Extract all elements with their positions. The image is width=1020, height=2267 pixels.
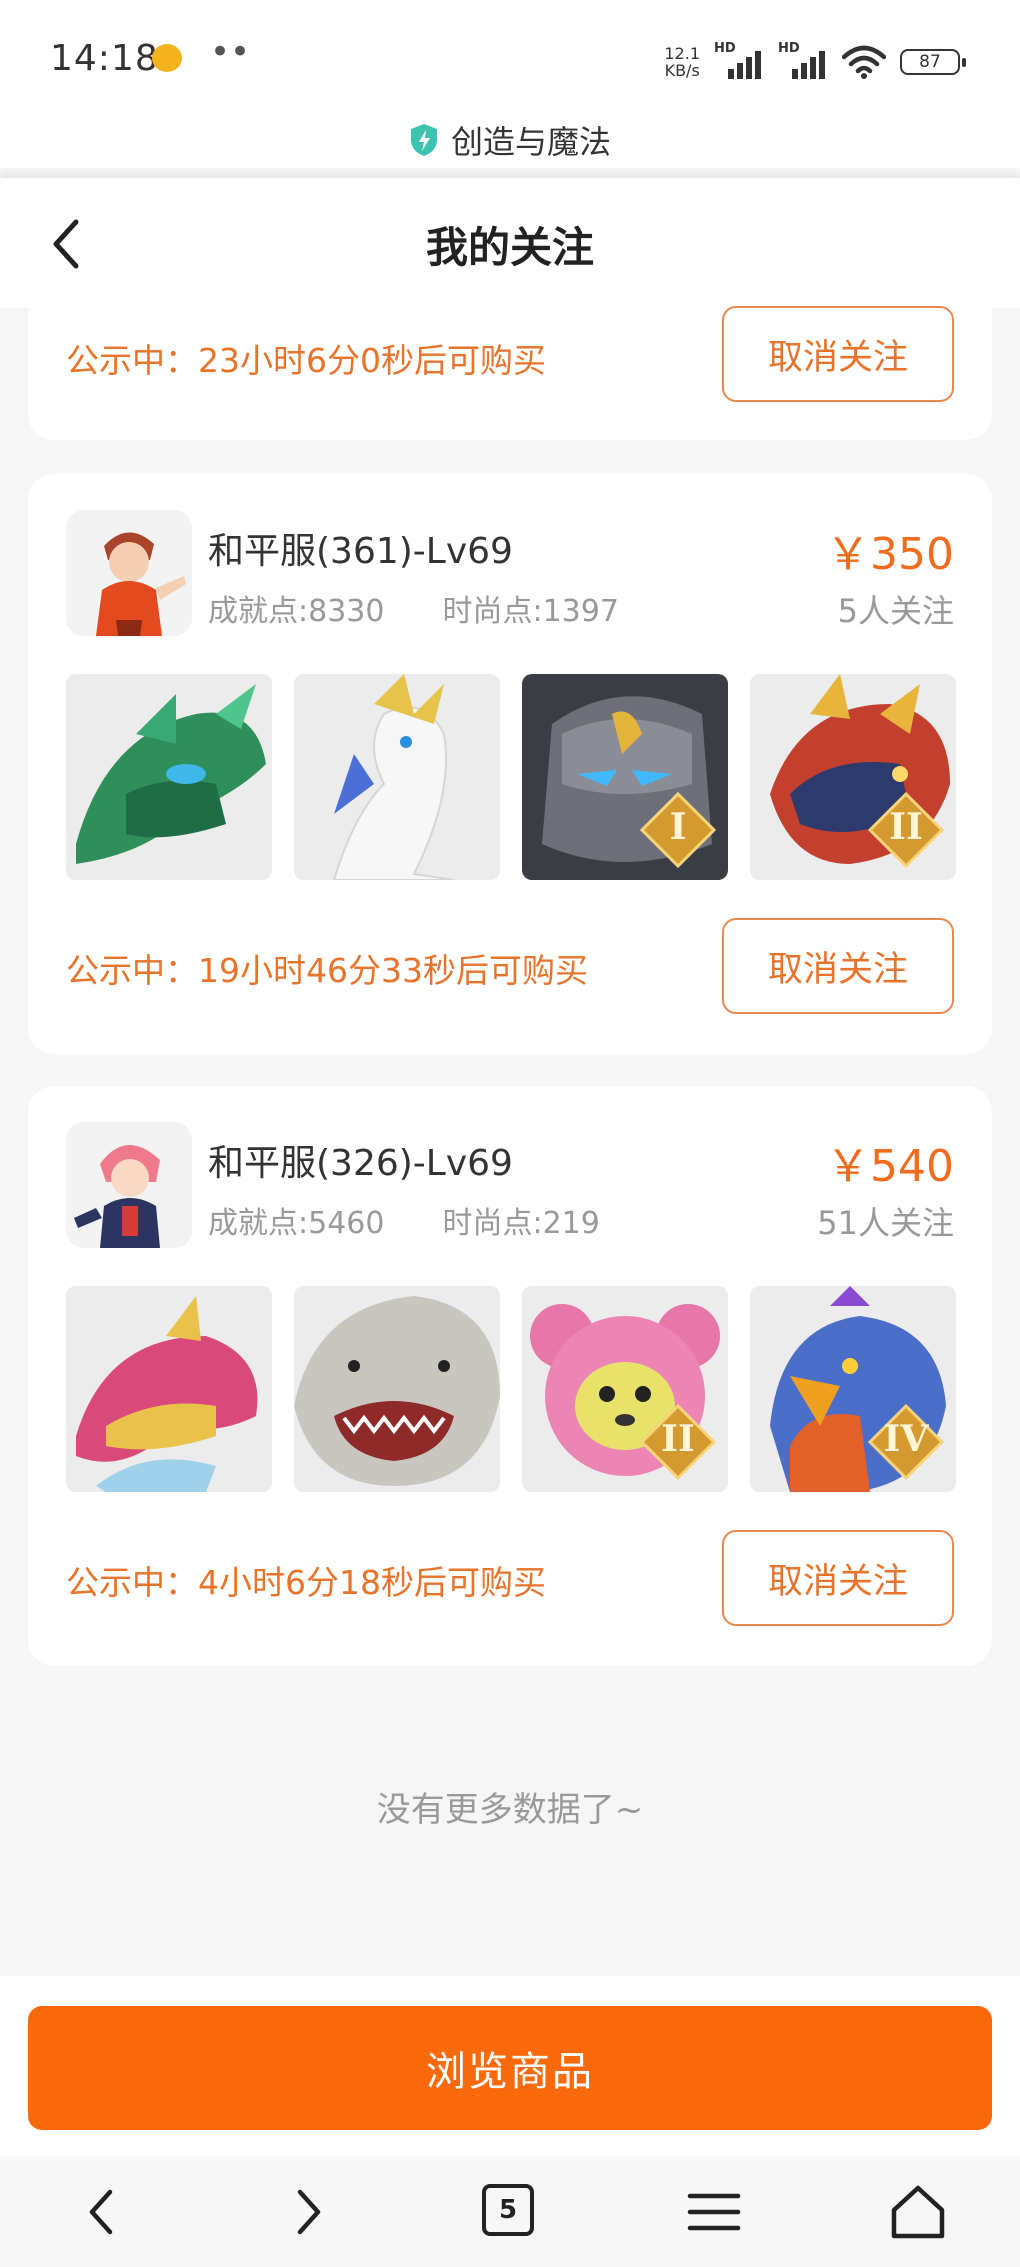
notification-emoji-icon	[152, 44, 182, 72]
tabs-icon[interactable]: 5	[482, 2184, 534, 2236]
cancel-follow-button[interactable]: 取消关注	[722, 918, 954, 1014]
status-bar: 14:18 •• 12.1 KB/s HD HD 87	[0, 0, 1020, 118]
network-speed: 12.1 KB/s	[664, 44, 700, 80]
stone-golem-icon[interactable]: I	[522, 674, 728, 880]
signal-icon: HD	[714, 41, 764, 79]
page-title: 我的关注	[425, 223, 594, 272]
follower-count: 5人关注	[837, 592, 954, 630]
fashion-points: 时尚点:219	[442, 1206, 600, 1241]
achievement-points: 成就点:8330	[208, 594, 385, 629]
public-countdown: 公示中：23小时6分0秒后可购买	[66, 341, 546, 380]
account-name: 和平服(326)-Lv69	[208, 1143, 513, 1184]
grade-badge: II	[868, 792, 944, 868]
public-countdown: 公示中：4小时6分18秒后可购买	[66, 1563, 546, 1602]
shield-bolt-icon	[410, 124, 437, 156]
phoenix-bird-icon[interactable]: IV	[750, 1286, 956, 1492]
listing-card[interactable]: 和平服(326)-Lv69 成就点:5460 时尚点:219 ￥540 51人关…	[28, 1086, 992, 1666]
green-dragon-icon[interactable]	[66, 674, 272, 880]
listing-card[interactable]: 公示中：23小时6分0秒后可购买 取消关注	[28, 300, 992, 440]
achievement-points: 成就点:5460	[208, 1206, 385, 1241]
signal-icon: HD	[778, 41, 828, 79]
price: ￥350	[826, 529, 954, 580]
browser-navbar: 5	[0, 2156, 1020, 2267]
listing-card[interactable]: 和平服(361)-Lv69 成就点:8330 时尚点:1397 ￥350 5人关…	[28, 474, 992, 1054]
grade-badge: IV	[868, 1404, 944, 1480]
cancel-follow-button[interactable]: 取消关注	[722, 1530, 954, 1626]
no-more-data-text: 没有更多数据了~	[376, 1790, 644, 1830]
fire-dragon-icon[interactable]: II	[750, 674, 956, 880]
grade-badge: I	[640, 792, 716, 868]
avatar	[66, 1122, 192, 1248]
more-notifications-icon: ••	[210, 32, 251, 72]
page-header: 我的关注	[0, 178, 1020, 308]
avatar	[66, 510, 192, 636]
menu-icon[interactable]	[684, 2182, 744, 2242]
status-time: 14:18	[50, 38, 159, 79]
site-title-bar: 创造与魔法	[0, 112, 1020, 168]
shark-icon[interactable]	[294, 1286, 500, 1492]
home-icon[interactable]	[888, 2182, 948, 2242]
back-arrow-icon[interactable]	[72, 2182, 132, 2242]
cancel-follow-button[interactable]: 取消关注	[722, 306, 954, 402]
fashion-points: 时尚点:1397	[442, 594, 619, 629]
follower-count: 51人关注	[817, 1204, 954, 1242]
battery-icon: 87	[900, 49, 966, 75]
browse-products-button[interactable]: 浏览商品	[28, 2006, 992, 2130]
pink-bear-icon[interactable]: II	[522, 1286, 728, 1492]
swan-icon[interactable]	[294, 674, 500, 880]
public-countdown: 公示中：19小时46分33秒后可购买	[66, 951, 588, 990]
wifi-icon	[842, 45, 886, 79]
site-title: 创造与魔法	[450, 123, 611, 161]
account-name: 和平服(361)-Lv69	[208, 531, 513, 572]
forward-arrow-icon[interactable]	[278, 2182, 338, 2242]
pink-dragon-icon[interactable]	[66, 1286, 272, 1492]
price: ￥540	[826, 1141, 954, 1192]
grade-badge: II	[640, 1404, 716, 1480]
